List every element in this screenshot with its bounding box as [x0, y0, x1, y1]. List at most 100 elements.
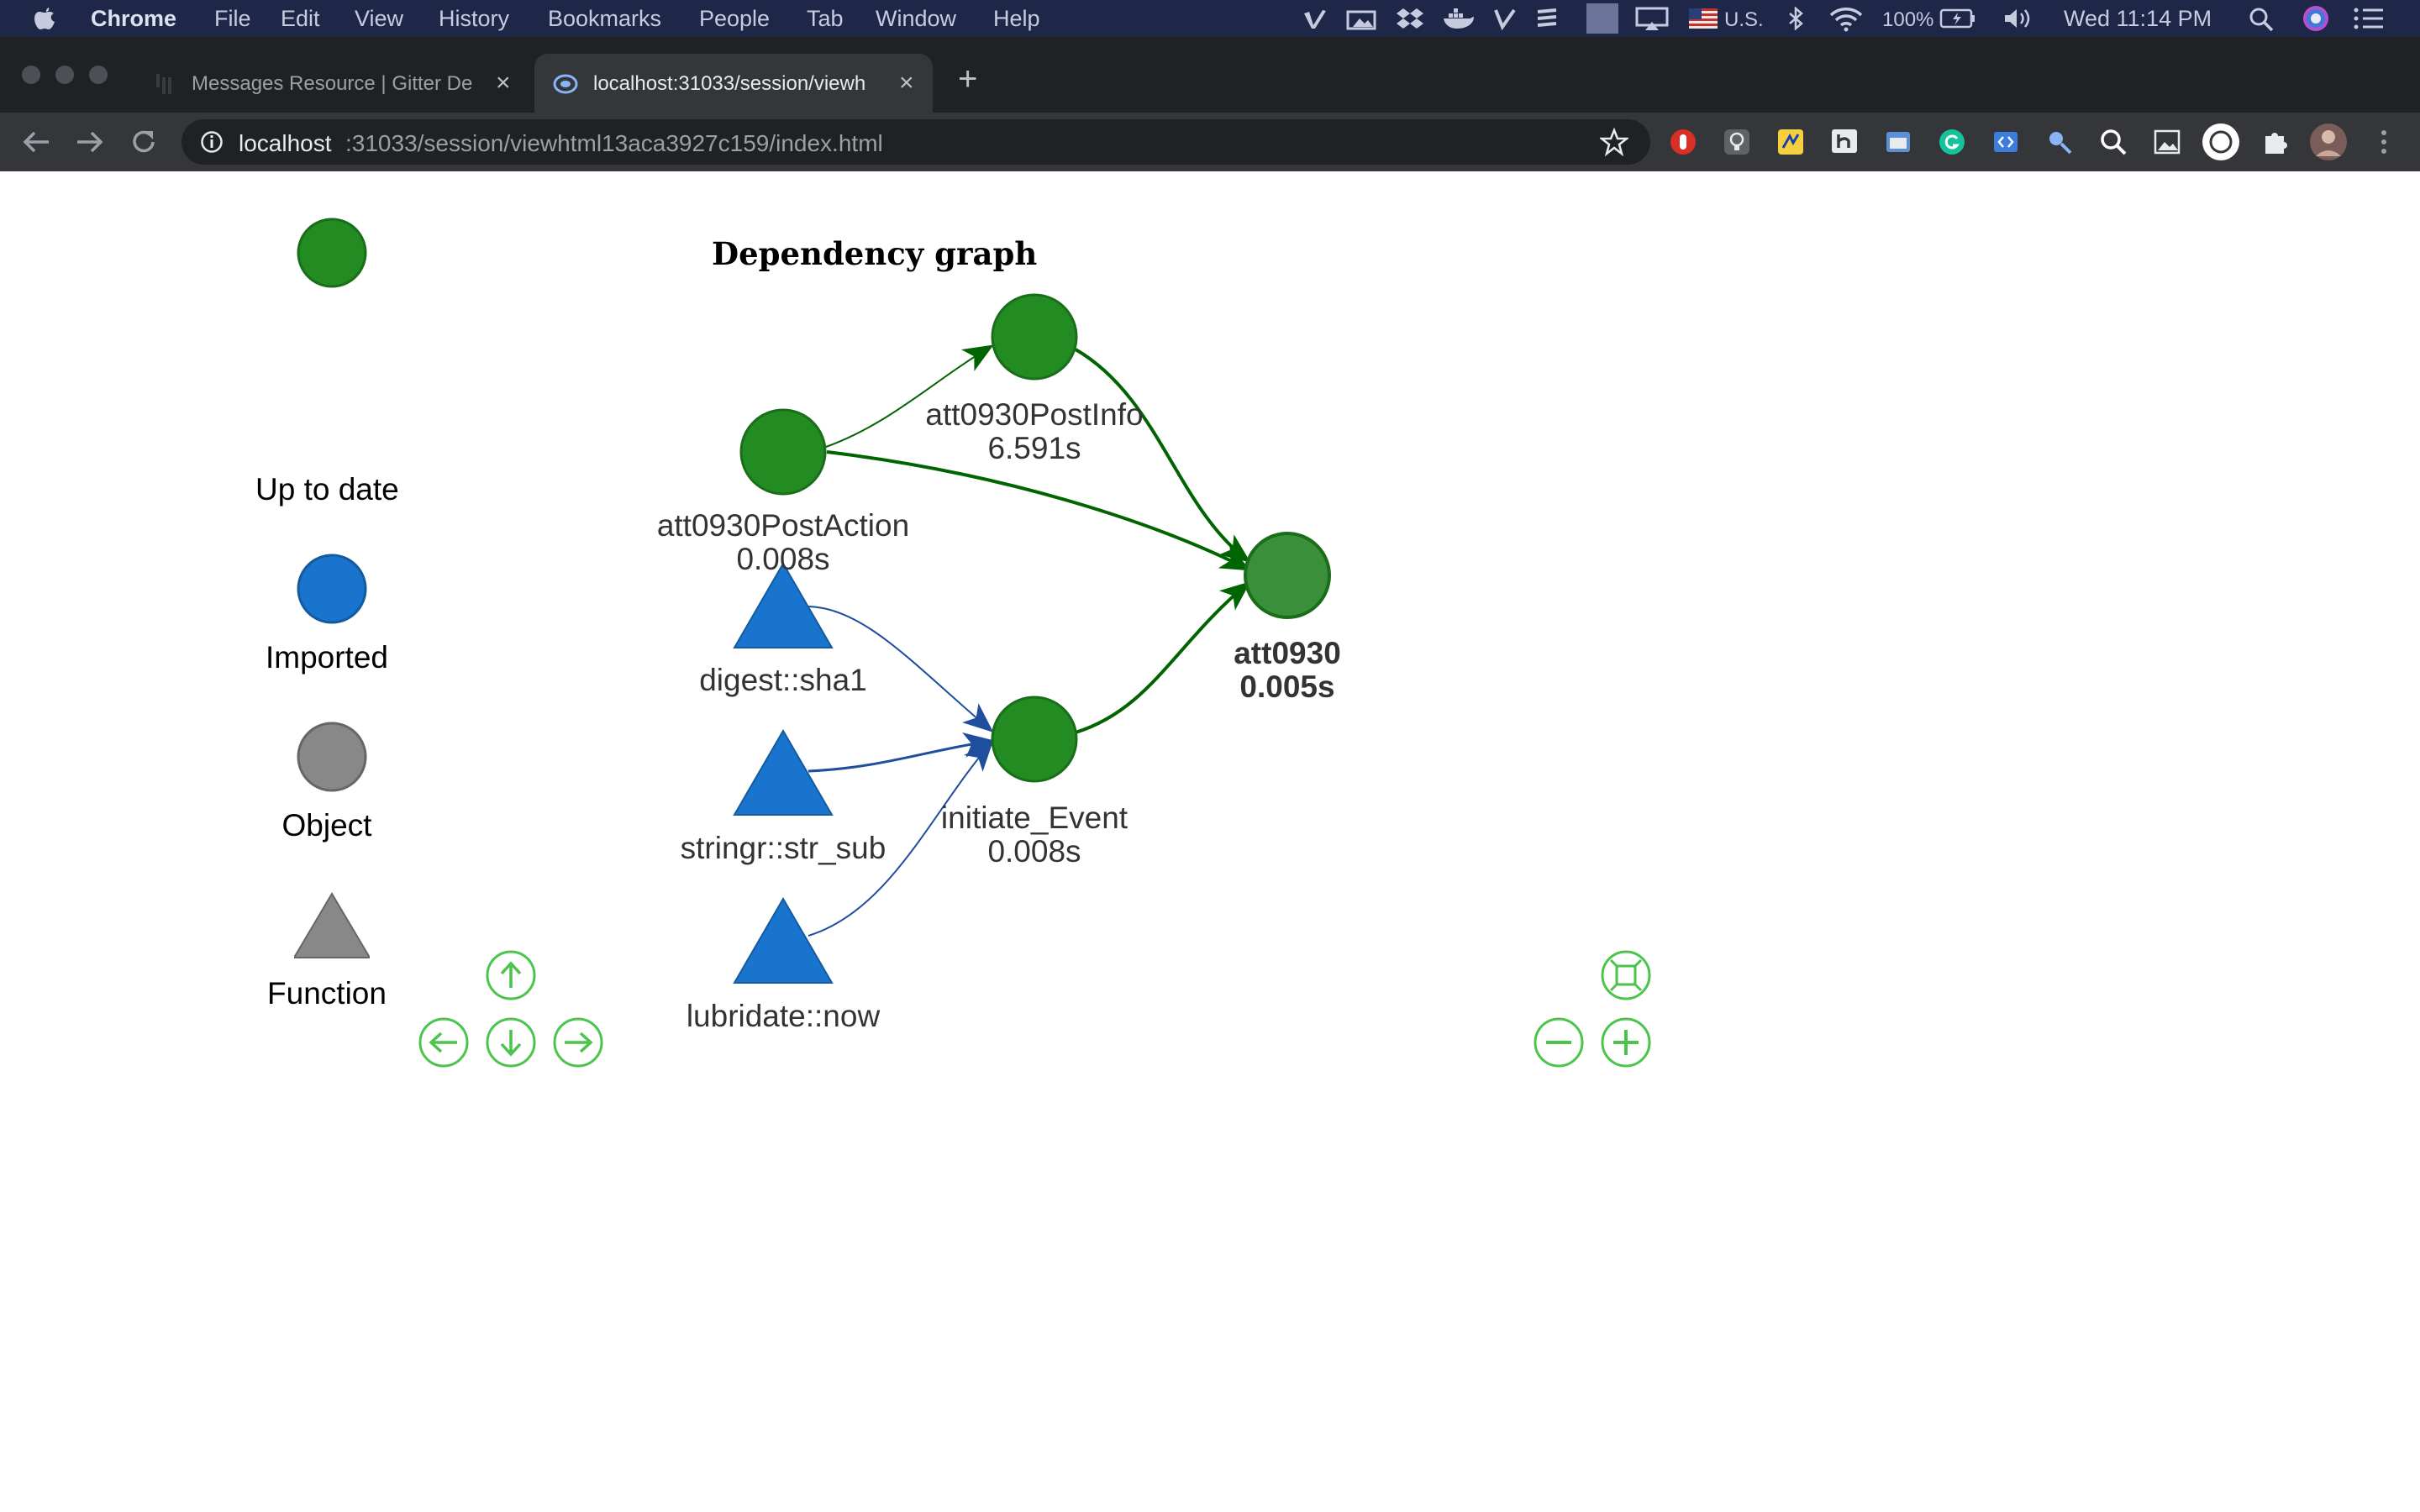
- node-att0930PostInfo[interactable]: [991, 293, 1078, 381]
- node-initiate-Event[interactable]: [991, 696, 1078, 783]
- browser-tab-strip: Messages Resource | Gitter De × localhos…: [0, 37, 2420, 113]
- search-key-extension-icon[interactable]: [2045, 128, 2074, 156]
- pan-left-button[interactable]: [418, 1017, 469, 1068]
- app-menu[interactable]: Chrome: [91, 5, 176, 32]
- ad-block-extension-icon[interactable]: [1669, 128, 1697, 156]
- node-att0930PostAction[interactable]: [739, 408, 827, 496]
- lightbulb-extension-icon[interactable]: [1723, 128, 1751, 156]
- node-label-att0930PostAction: att0930PostAction 0.008s: [615, 509, 951, 576]
- pan-up-button[interactable]: [486, 950, 536, 1000]
- siri-icon[interactable]: [2302, 5, 2329, 32]
- node-label-digest-sha1: digest::sha1: [615, 664, 951, 697]
- us-flag-icon[interactable]: [1689, 8, 1718, 29]
- hypothesis-extension-icon[interactable]: [1830, 128, 1859, 156]
- node-name: att0930PostInfo: [925, 397, 1144, 432]
- window-close-button[interactable]: [22, 66, 40, 84]
- forward-arrow-icon[interactable]: [76, 129, 104, 155]
- code-extension-icon[interactable]: [1991, 128, 2020, 156]
- node-att0930[interactable]: [1244, 532, 1331, 619]
- menu-view[interactable]: View: [355, 5, 403, 32]
- address-bar[interactable]: localhost :31033/session/viewhtml13aca39…: [182, 119, 1650, 165]
- circle-extension-icon[interactable]: [2202, 123, 2240, 161]
- chrome-menu-icon[interactable]: [2370, 128, 2398, 156]
- notification-center-icon[interactable]: [2353, 7, 2385, 30]
- battery-icon[interactable]: [1939, 7, 1976, 30]
- zed-icon[interactable]: [1534, 7, 1560, 30]
- bluetooth-icon[interactable]: [1786, 7, 1805, 30]
- menu-history[interactable]: History: [439, 5, 509, 32]
- window-extension-icon[interactable]: [1884, 128, 1912, 156]
- zoom-in-button[interactable]: [1601, 1017, 1651, 1068]
- window-zoom-button[interactable]: [89, 66, 108, 84]
- tab-localhost-session[interactable]: localhost:31033/session/viewh ×: [534, 54, 933, 113]
- dependency-graph-canvas[interactable]: [0, 171, 2420, 1512]
- node-time: 0.005s: [1239, 669, 1335, 704]
- bookmark-star-icon[interactable]: [1600, 128, 1628, 156]
- zoom-out-button[interactable]: [1534, 1017, 1584, 1068]
- node-name: stringr::str_sub: [680, 831, 886, 865]
- app-square-icon[interactable]: [1586, 3, 1618, 34]
- pan-down-button[interactable]: [486, 1017, 536, 1068]
- page-content: Dependency graph Up to date Imported Obj…: [0, 171, 2420, 1512]
- node-digest-sha1[interactable]: [733, 562, 834, 648]
- node-time: 6.591s: [987, 431, 1081, 465]
- node-label-stringr-str-sub: stringr::str_sub: [615, 832, 951, 865]
- photo-upload-icon[interactable]: [1346, 7, 1376, 30]
- menu-people[interactable]: People: [699, 5, 770, 32]
- grammarly-extension-icon[interactable]: [1938, 128, 1966, 156]
- magnifier-extension-icon[interactable]: [2099, 128, 2128, 156]
- tab-close-icon[interactable]: ×: [496, 71, 511, 96]
- wifi-icon[interactable]: [1828, 7, 1864, 32]
- menu-window[interactable]: Window: [876, 5, 956, 32]
- node-stringr-str-sub[interactable]: [733, 729, 834, 816]
- tab-close-icon[interactable]: ×: [899, 71, 914, 96]
- node-label-att0930PostInfo: att0930PostInfo 6.591s: [866, 398, 1202, 465]
- gitter-favicon-icon: [156, 74, 171, 94]
- apple-logo-icon[interactable]: [34, 5, 55, 30]
- tab-title: localhost:31033/session/viewh: [593, 72, 866, 95]
- image-extension-icon[interactable]: [2153, 128, 2181, 156]
- url-path: :31033/session/viewhtml13aca3927c159/ind…: [345, 130, 883, 156]
- browser-toolbar: localhost :31033/session/viewhtml13aca39…: [0, 113, 2420, 171]
- node-name: att0930: [1234, 636, 1341, 670]
- node-lubridate-now[interactable]: [733, 897, 834, 984]
- node-name: initiate_Event: [940, 801, 1128, 835]
- puzzle-extensions-icon[interactable]: [2260, 128, 2289, 156]
- vpn-icon[interactable]: [1492, 7, 1518, 30]
- pan-right-button[interactable]: [553, 1017, 603, 1068]
- node-name: lubridate::now: [686, 999, 881, 1033]
- node-label-lubridate-now: lubridate::now: [615, 1000, 951, 1033]
- docker-icon[interactable]: [1442, 7, 1476, 30]
- url-host: localhost: [239, 130, 332, 156]
- airplay-icon[interactable]: [1635, 7, 1669, 32]
- node-time: 0.008s: [736, 542, 830, 576]
- battery-percent: 100%: [1882, 8, 1934, 31]
- spotlight-search-icon[interactable]: [2249, 7, 2274, 32]
- window-minimize-button[interactable]: [55, 66, 74, 84]
- back-arrow-icon[interactable]: [22, 129, 50, 155]
- globe-favicon-icon: [553, 74, 578, 94]
- new-tab-button[interactable]: +: [958, 62, 977, 96]
- tab-gitter-messages[interactable]: Messages Resource | Gitter De ×: [145, 54, 531, 113]
- menu-bookmarks[interactable]: Bookmarks: [548, 5, 661, 32]
- profile-avatar[interactable]: [2309, 123, 2348, 161]
- clock[interactable]: Wed 11:14 PM: [2064, 5, 2212, 32]
- site-info-icon[interactable]: [200, 130, 224, 154]
- reload-icon[interactable]: [129, 128, 158, 156]
- input-source-label[interactable]: U.S.: [1724, 7, 1764, 34]
- macos-menubar: Chrome File Edit View History Bookmarks …: [0, 0, 2420, 37]
- node-label-att0930: att0930 0.005s: [1161, 637, 1413, 704]
- menu-file[interactable]: File: [214, 5, 251, 32]
- edge-strsub-to-initiate[interactable]: [808, 732, 994, 773]
- vimeo-icon[interactable]: [1302, 7, 1328, 30]
- yellow-extension-icon[interactable]: [1776, 128, 1805, 156]
- menu-tab[interactable]: Tab: [807, 5, 844, 32]
- dropbox-icon[interactable]: [1395, 7, 1425, 30]
- menu-edit[interactable]: Edit: [281, 5, 320, 32]
- zoom-fit-button[interactable]: [1601, 950, 1651, 1000]
- menu-help[interactable]: Help: [993, 5, 1040, 32]
- volume-icon[interactable]: [2002, 7, 2035, 30]
- node-name: att0930PostAction: [656, 508, 910, 543]
- node-name: digest::sha1: [699, 663, 867, 697]
- tab-title: Messages Resource | Gitter De: [192, 72, 473, 95]
